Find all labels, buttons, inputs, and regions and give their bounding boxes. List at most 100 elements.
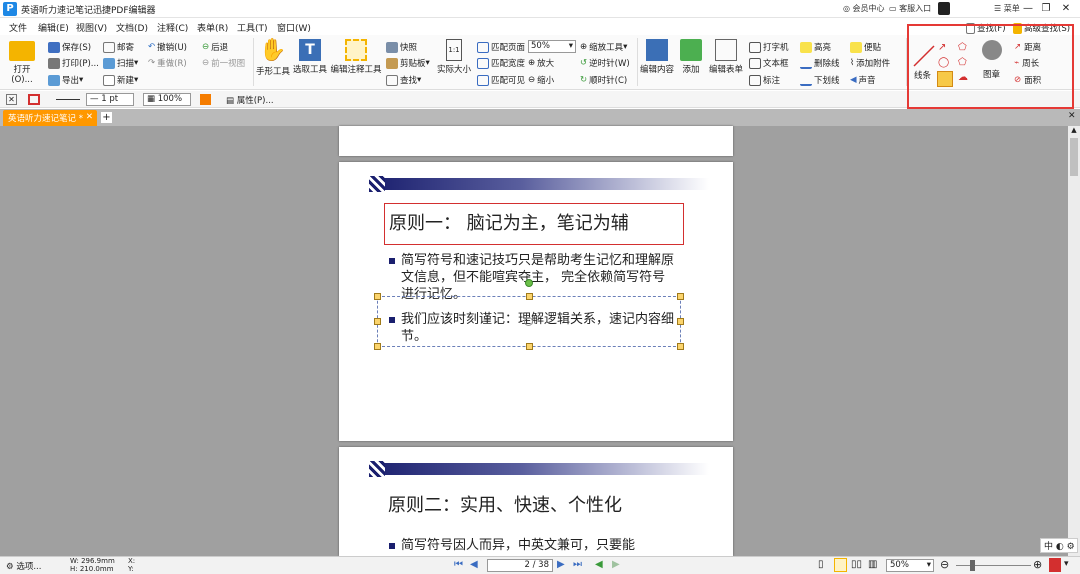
opacity-select[interactable]: ▦ 100%	[143, 93, 191, 106]
first-page-icon[interactable]: ⏮	[454, 559, 463, 570]
open-button[interactable]: 打开(O)...	[4, 41, 40, 85]
menu-form[interactable]: 表单(R)	[197, 21, 228, 34]
mail-button[interactable]: 邮寄	[103, 41, 134, 53]
redo-button[interactable]: ↷ 重做(R)	[148, 57, 187, 69]
single-page-icon[interactable]: ▯	[818, 559, 824, 570]
menu-edit[interactable]: 编辑(E)	[38, 21, 69, 34]
resize-handle[interactable]	[526, 293, 533, 300]
new-button[interactable]: 新建 ▾	[103, 74, 138, 86]
select-tool-button[interactable]: T 选取工具	[292, 39, 328, 75]
resize-handle[interactable]	[677, 318, 684, 325]
close-icon[interactable]: ✕	[1058, 1, 1074, 17]
scroll-up-icon[interactable]: ▲	[1069, 126, 1079, 136]
ime-indicator[interactable]: 中 ◐ ⚙	[1040, 538, 1078, 553]
history-back-icon[interactable]: ◀	[595, 559, 603, 570]
add-button[interactable]: 添加	[677, 39, 705, 75]
fit-page-button[interactable]: 匹配页面	[477, 41, 525, 53]
back-button[interactable]: ⊖ 后退	[202, 41, 228, 53]
rotate-handle[interactable]	[525, 279, 533, 287]
pdf-icon[interactable]	[1049, 558, 1061, 572]
next-page-icon[interactable]: ▶	[557, 559, 565, 570]
page-number-input[interactable]: 2 / 38	[487, 559, 553, 572]
zoom-slider-thumb[interactable]	[970, 560, 975, 571]
menu-window[interactable]: 窗口(W)	[277, 21, 311, 34]
resize-handle[interactable]	[677, 343, 684, 350]
resize-handle[interactable]	[677, 293, 684, 300]
sound-button[interactable]: ◀ 声音	[850, 74, 876, 86]
bullet-text[interactable]: 我们应该时刻谨记：理解逻辑关系，速记内容细节。	[401, 311, 676, 345]
resize-handle[interactable]	[374, 343, 381, 350]
member-center-link[interactable]: ◎ 会员中心	[843, 3, 885, 14]
line-style-icon[interactable]	[56, 99, 80, 100]
menu-view[interactable]: 视图(V)	[76, 21, 107, 34]
last-page-icon[interactable]: ⏭	[573, 559, 582, 570]
fit-visible-button[interactable]: 匹配可见	[477, 74, 525, 86]
zoom-in-icon[interactable]: ⊕	[1033, 558, 1042, 571]
edit-annotation-button[interactable]: 编辑注释工具	[330, 39, 382, 75]
note-button[interactable]: 便贴	[850, 41, 881, 53]
rotate-ccw-button[interactable]: ↺ 逆时针(W)	[580, 57, 630, 69]
prev-view-button[interactable]: ⊖ 前一视图	[202, 57, 245, 69]
fit-width-button[interactable]: 匹配宽度	[477, 57, 525, 69]
status-zoom-select[interactable]: 50% ▾	[886, 559, 934, 572]
highlight-button[interactable]: 高亮	[800, 41, 831, 53]
properties-button[interactable]: ▤ 属性(P)...	[226, 94, 274, 106]
actual-size-button[interactable]: 1:1 实际大小	[436, 39, 472, 75]
slide-title[interactable]: 原则二：实用、快速、个性化	[388, 491, 622, 517]
tab-close-icon[interactable]: ✕	[86, 112, 93, 122]
save-button[interactable]: 保存(S)	[48, 41, 91, 53]
menu-comment[interactable]: 注释(C)	[157, 21, 188, 34]
rotate-cw-button[interactable]: ↻ 顺时针(C)	[580, 74, 627, 86]
vertical-scrollbar[interactable]: ▲ ▼	[1068, 126, 1080, 556]
prev-page-icon[interactable]: ◀	[470, 559, 478, 570]
two-page-icon[interactable]: ▯▯	[851, 559, 862, 570]
typewriter-button[interactable]: 打字机	[749, 41, 789, 53]
document-tab[interactable]: 英语听力速记笔记 * ✕	[3, 110, 97, 126]
zoom-in-button[interactable]: ⊕ 放大	[528, 57, 554, 69]
options-button[interactable]: ⚙ 选项...	[6, 560, 41, 572]
zoom-tool-button[interactable]: ⊕ 缩放工具 ▾	[580, 41, 627, 53]
main-menu-button[interactable]: ☰ 菜单	[994, 3, 1020, 14]
print-button[interactable]: 打印(P)...	[48, 57, 99, 69]
snapshot-button[interactable]: 快照	[386, 41, 417, 53]
menu-document[interactable]: 文档(D)	[116, 21, 148, 34]
undo-button[interactable]: ↶ 撤销(U)	[148, 41, 187, 53]
scan-button[interactable]: 扫描 ▾	[103, 57, 138, 69]
hand-tool-button[interactable]: ✋ 手形工具	[255, 39, 291, 78]
line-width-select[interactable]: — 1 pt	[86, 93, 134, 106]
two-page-continuous-icon[interactable]: ▥	[868, 559, 877, 570]
scroll-thumb[interactable]	[1070, 138, 1078, 176]
menu-file[interactable]: 文件	[9, 21, 27, 34]
callout-button[interactable]: 标注	[749, 74, 780, 86]
zoom-out-icon[interactable]: ⊖	[940, 558, 949, 571]
stroke-color-button[interactable]	[28, 94, 40, 105]
find-button[interactable]: 查找 ▾	[386, 74, 421, 86]
bullet-text[interactable]: 简写符号因人而异，中英文兼可，只要能	[401, 537, 701, 554]
underline-button[interactable]: 下划线	[800, 74, 840, 86]
continuous-page-icon[interactable]	[834, 558, 847, 572]
close-document-icon[interactable]: ✕	[1068, 111, 1076, 121]
textbox-button[interactable]: 文本框	[749, 57, 789, 69]
resize-handle[interactable]	[374, 293, 381, 300]
status-menu-icon[interactable]: ▾	[1064, 559, 1069, 569]
export-button[interactable]: 导出 ▾	[48, 74, 83, 86]
strikeout-button[interactable]: 删除线	[800, 57, 840, 69]
feedback-link[interactable]: ▭ 客服入口	[889, 3, 931, 14]
clipboard-button[interactable]: 剪贴板 ▾	[386, 57, 430, 69]
edit-form-button[interactable]: 编辑表单	[708, 39, 744, 75]
color-fill-icon[interactable]	[200, 94, 211, 105]
edit-content-button[interactable]: 编辑内容	[639, 39, 675, 75]
menu-tools[interactable]: 工具(T)	[237, 21, 268, 34]
restore-icon[interactable]: ❐	[1038, 1, 1054, 17]
slide-title[interactable]: 原则一： 脑记为主，笔记为辅	[384, 203, 684, 245]
minimize-icon[interactable]: —	[1020, 1, 1036, 17]
zoom-out-button[interactable]: ⊖ 缩小	[528, 74, 554, 86]
avatar[interactable]	[938, 2, 950, 15]
zoom-slider[interactable]	[956, 565, 1031, 566]
new-tab-icon[interactable]: +	[101, 112, 112, 123]
history-forward-icon[interactable]: ▶	[612, 559, 620, 570]
zoom-select[interactable]: 50% ▾	[528, 40, 576, 53]
resize-handle[interactable]	[526, 343, 533, 350]
fill-none-icon[interactable]: ✕	[6, 94, 17, 105]
attach-button[interactable]: ⌇ 添加附件	[850, 57, 890, 69]
